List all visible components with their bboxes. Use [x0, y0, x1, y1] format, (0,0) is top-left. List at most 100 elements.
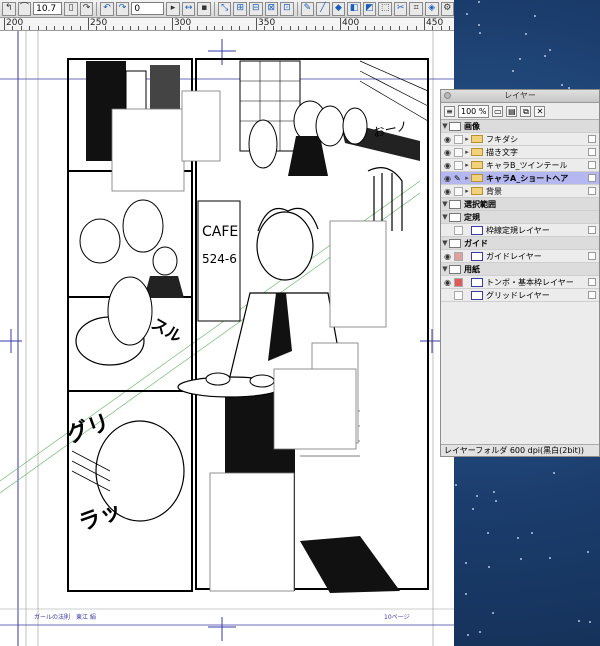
- snap-icon[interactable]: ⊡: [280, 1, 294, 16]
- layer-group-paper[interactable]: ▼ 用紙: [441, 263, 599, 276]
- layer-panel-titlebar[interactable]: レイヤー: [441, 90, 599, 103]
- flip-icon[interactable]: ↔: [181, 1, 196, 16]
- pen-settings-icon[interactable]: ⌒: [17, 1, 32, 16]
- layer-property-icon[interactable]: [588, 174, 596, 182]
- new-layer-icon[interactable]: ▭: [492, 105, 504, 117]
- layer-group-image[interactable]: ▼ 画像: [441, 120, 599, 133]
- expand-triangle-icon[interactable]: ▼: [441, 122, 449, 130]
- ink-icon[interactable]: ◆: [331, 1, 346, 16]
- pen-edit-icon[interactable]: ✎: [454, 174, 463, 183]
- fit-window-icon[interactable]: ⤡: [217, 1, 232, 16]
- expand-triangle-icon[interactable]: ▼: [441, 200, 449, 208]
- transform-icon[interactable]: ⌗: [409, 1, 423, 16]
- star-decoration: [488, 565, 491, 568]
- ruler-tick: [331, 26, 333, 30]
- brush-size-input[interactable]: 10.7: [33, 2, 63, 15]
- lasso-icon[interactable]: ✂: [393, 1, 408, 16]
- grid-icon[interactable]: ⊞: [233, 1, 247, 16]
- lock-toggle[interactable]: [454, 160, 463, 170]
- redo-page-icon[interactable]: ↷: [79, 1, 94, 16]
- layer-row[interactable]: ◉ ▸ フキダシ: [441, 133, 599, 146]
- drawing-canvas[interactable]: CAFE 524-6 おーノ スル グリ ラッ ガールの法則 東江 絹 10ペー…: [0, 31, 454, 646]
- pen-icon[interactable]: ✎: [300, 1, 315, 16]
- layer-group-guide[interactable]: ▼ ガイド: [441, 237, 599, 250]
- star-decoration: [560, 84, 563, 87]
- layer-row[interactable]: グリッドレイヤー: [441, 289, 599, 302]
- eye-icon[interactable]: ◉: [443, 161, 452, 170]
- star-decoration: [587, 550, 590, 553]
- lock-toggle[interactable]: [454, 186, 463, 196]
- collapse-triangle-icon[interactable]: ▸: [463, 148, 471, 156]
- delete-layer-icon[interactable]: ✕: [534, 105, 546, 117]
- layer-row[interactable]: ◉ トンボ・基本枠レイヤー: [441, 276, 599, 289]
- rotate-right-icon[interactable]: ↷: [115, 1, 130, 16]
- rotation-input[interactable]: 0: [131, 2, 165, 15]
- collapse-triangle-icon[interactable]: ▸: [463, 161, 471, 169]
- layer-row[interactable]: 枠線定規レイヤー: [441, 224, 599, 237]
- brush-tool-icon[interactable]: ↰: [2, 1, 16, 16]
- layer-row[interactable]: ◉ ▸ キャラB_ツインテール: [441, 159, 599, 172]
- layer-property-icon[interactable]: [588, 291, 596, 299]
- eye-icon[interactable]: ◉: [443, 148, 452, 157]
- expand-triangle-icon[interactable]: ▼: [441, 265, 449, 273]
- guide-icon[interactable]: ⊟: [248, 1, 263, 16]
- lock-toggle[interactable]: [454, 225, 463, 235]
- layer-row-selected[interactable]: ◉ ✎ ▸ キャラA_ショートヘア: [441, 172, 599, 185]
- layer-row[interactable]: ◉ ガイドレイヤー: [441, 250, 599, 263]
- lock-toggle[interactable]: [454, 134, 463, 144]
- sfx-text-3: ラッ: [76, 498, 126, 537]
- ruler-tick: [230, 26, 232, 30]
- new-folder-icon[interactable]: ▤: [506, 105, 518, 117]
- layer-property-icon[interactable]: [588, 226, 596, 234]
- eye-icon[interactable]: [443, 291, 452, 300]
- select-icon[interactable]: ⬚: [378, 1, 392, 16]
- layer-row[interactable]: ◉ ▸ 背景: [441, 185, 599, 198]
- rotate-left-icon[interactable]: ↶: [100, 1, 114, 16]
- layer-property-icon[interactable]: [588, 135, 596, 143]
- layer-group-ruler[interactable]: ▼ 定規: [441, 211, 599, 224]
- lock-toggle[interactable]: [454, 277, 463, 287]
- zoom-field[interactable]: 100 %: [458, 104, 490, 118]
- lock-toggle[interactable]: [454, 290, 463, 300]
- layer-name: フキダシ: [486, 134, 519, 144]
- stamp-icon[interactable]: ◩: [362, 1, 377, 16]
- layer-row[interactable]: ◉ ▸ 描き文字: [441, 146, 599, 159]
- rotation-dropdown-icon[interactable]: ▸: [166, 1, 180, 16]
- layer-property-icon[interactable]: [588, 148, 596, 156]
- eye-icon[interactable]: ◉: [443, 135, 452, 144]
- star-decoration: [549, 556, 552, 559]
- layer-property-icon[interactable]: [588, 278, 596, 286]
- expand-triangle-icon[interactable]: ▼: [441, 213, 449, 221]
- horizontal-ruler: 200 250 300 350 400 450: [0, 18, 454, 31]
- layer-group-name: 画像: [464, 121, 480, 131]
- eye-icon[interactable]: ◉: [443, 174, 452, 183]
- settings-icon[interactable]: ⚙: [440, 1, 455, 16]
- layer-property-icon[interactable]: [588, 161, 596, 169]
- eye-icon[interactable]: ◉: [443, 187, 452, 196]
- lock-toggle[interactable]: [454, 147, 463, 157]
- page-icon[interactable]: ▯: [64, 1, 78, 16]
- group-thumbnail: [449, 199, 461, 209]
- eye-icon[interactable]: ◉: [443, 278, 452, 287]
- line-icon[interactable]: ╱: [316, 1, 330, 16]
- ruler-icon[interactable]: ⊠: [264, 1, 279, 16]
- layer-property-icon[interactable]: [588, 252, 596, 260]
- lock-toggle[interactable]: [454, 251, 463, 261]
- expand-triangle-icon[interactable]: ▼: [441, 239, 449, 247]
- collapse-triangle-icon[interactable]: ▸: [463, 174, 471, 182]
- bucket-icon[interactable]: ◈: [424, 1, 439, 16]
- reset-icon[interactable]: ▪: [197, 1, 211, 16]
- eye-icon[interactable]: ◉: [443, 252, 452, 261]
- layer-group-selection[interactable]: ▼ 選択範囲: [441, 198, 599, 211]
- ruler-tick: [54, 26, 56, 30]
- copy-layer-icon[interactable]: ⧉: [520, 105, 532, 117]
- eye-icon[interactable]: [443, 226, 452, 235]
- collapse-triangle-icon[interactable]: ▸: [463, 135, 471, 143]
- star-decoration: [512, 69, 515, 72]
- close-icon[interactable]: [444, 92, 451, 99]
- layer-property-icon[interactable]: [588, 187, 596, 195]
- fill-icon[interactable]: ◧: [347, 1, 361, 16]
- collapse-triangle-icon[interactable]: ▸: [463, 187, 471, 195]
- layer-menu-icon[interactable]: ≡: [444, 105, 455, 117]
- layer-status-bar: レイヤーフォルダ 600 dpi(黒白(2bit)): [441, 444, 599, 456]
